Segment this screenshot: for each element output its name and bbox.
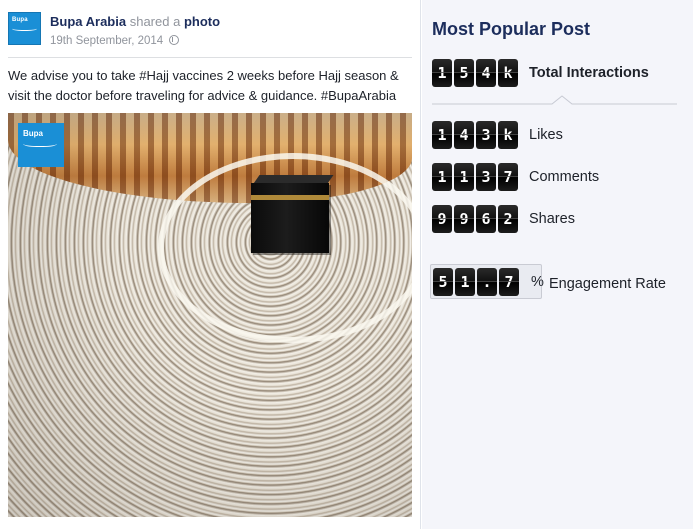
counter-digit: 7 — [498, 163, 518, 191]
counter-digit: k — [498, 59, 518, 87]
post-meta: Bupa Arabia shared a photo 19th Septembe… — [50, 14, 220, 49]
counter-digit: 3 — [476, 163, 496, 191]
engagement-rate-unit: % — [531, 274, 544, 290]
author-link[interactable]: Bupa Arabia — [50, 14, 126, 29]
counter-digit: . — [477, 268, 497, 296]
counter-digit: 9 — [454, 205, 474, 233]
photo-link[interactable]: photo — [184, 14, 220, 29]
post-photo[interactable]: Bupa — [8, 113, 412, 517]
avatar-logo-wave — [12, 25, 37, 31]
total-interactions-counter: 154k — [432, 59, 520, 89]
engagement-rate-box: 51.7 % — [430, 264, 544, 299]
likes-stat: 143k Likes — [432, 121, 687, 151]
counter-digit: 5 — [454, 59, 474, 87]
stats-panel: Most Popular Post 154k Total Interaction… — [422, 0, 693, 529]
counter-digit: 6 — [476, 205, 496, 233]
likes-counter: 143k — [432, 121, 520, 151]
counter-digit: 7 — [499, 268, 519, 296]
counter-digit: k — [498, 121, 518, 149]
counter-digit: 1 — [454, 163, 474, 191]
comments-stat: 1137 Comments — [432, 163, 687, 193]
shares-stat: 9962 Shares — [432, 205, 687, 235]
total-interactions-stat: 154k Total Interactions — [432, 59, 687, 89]
panel-title: Most Popular Post — [432, 19, 591, 39]
total-interactions-label: Total Interactions — [529, 65, 649, 81]
section-divider — [432, 92, 677, 106]
avatar-logo-text: Bupa — [12, 17, 28, 23]
counter-digit: 1 — [432, 59, 452, 87]
post-caption: We advise you to take #Hajj vaccines 2 w… — [8, 68, 399, 103]
page-avatar[interactable]: Bupa — [8, 12, 41, 45]
photo-logo-wave — [23, 139, 57, 147]
counter-digit: 4 — [476, 59, 496, 87]
comments-label: Comments — [529, 169, 600, 185]
engagement-rate-counter: 51.7 — [433, 268, 521, 298]
counter-digit: 4 — [454, 121, 474, 149]
share-verb: shared a — [129, 14, 181, 29]
post-date[interactable]: 19th September, 2014 — [50, 35, 163, 47]
facebook-post: Bupa Bupa Arabia shared a photo 19th Sep… — [0, 0, 421, 529]
photo-brand-logo: Bupa — [18, 123, 64, 167]
globe-icon[interactable] — [169, 35, 180, 45]
likes-label: Likes — [529, 127, 563, 143]
engagement-rate-label: Engagement Rate — [549, 276, 666, 292]
counter-digit: 9 — [432, 205, 452, 233]
counter-digit: 2 — [498, 205, 518, 233]
photo-shade — [8, 113, 412, 517]
post-header: Bupa Bupa Arabia shared a photo 19th Sep… — [8, 10, 412, 58]
shares-label: Shares — [529, 211, 575, 227]
counter-digit: 3 — [476, 121, 496, 149]
shares-counter: 9962 — [432, 205, 520, 235]
counter-digit: 1 — [432, 163, 452, 191]
counter-digit: 5 — [433, 268, 453, 296]
photo-logo-text: Bupa — [23, 129, 43, 138]
comments-counter: 1137 — [432, 163, 520, 193]
counter-digit: 1 — [432, 121, 452, 149]
counter-digit: 1 — [455, 268, 475, 296]
